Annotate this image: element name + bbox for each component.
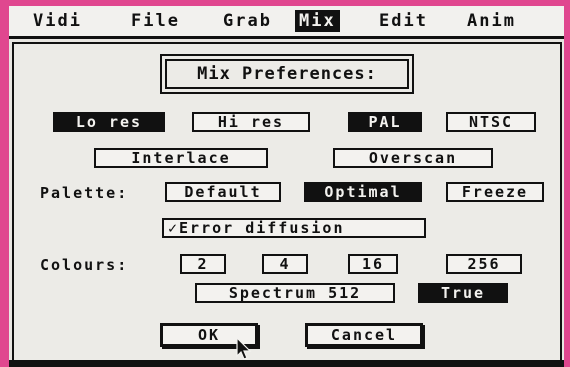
colours-256-button[interactable]: 256 bbox=[446, 254, 522, 274]
palette-default-button[interactable]: Default bbox=[165, 182, 281, 202]
ntsc-button[interactable]: NTSC bbox=[446, 112, 536, 132]
menu-edit[interactable]: Edit bbox=[375, 10, 432, 32]
dialog-title: Mix Preferences: bbox=[165, 59, 409, 89]
palette-optimal-button[interactable]: Optimal bbox=[304, 182, 422, 202]
palette-freeze-button[interactable]: Freeze bbox=[446, 182, 544, 202]
interlace-button[interactable]: Interlace bbox=[94, 148, 268, 168]
overscan-button[interactable]: Overscan bbox=[333, 148, 493, 168]
frame-right bbox=[564, 0, 570, 367]
menu-anim[interactable]: Anim bbox=[463, 10, 520, 32]
cancel-button[interactable]: Cancel bbox=[305, 323, 423, 347]
pal-button[interactable]: PAL bbox=[348, 112, 422, 132]
menu-mix[interactable]: Mix bbox=[295, 10, 340, 32]
menu-bar: Vidi File Grab Mix Edit Anim bbox=[9, 6, 564, 39]
menu-grab[interactable]: Grab bbox=[219, 10, 276, 32]
lo-res-button[interactable]: Lo res bbox=[53, 112, 165, 132]
screen-bottom-border bbox=[9, 360, 564, 367]
palette-label: Palette: bbox=[40, 184, 129, 202]
hi-res-button[interactable]: Hi res bbox=[192, 112, 310, 132]
menu-vidi[interactable]: Vidi bbox=[29, 10, 86, 32]
mouse-pointer-icon bbox=[236, 337, 252, 360]
frame-left bbox=[0, 0, 9, 367]
colours-16-button[interactable]: 16 bbox=[348, 254, 398, 274]
colours-label: Colours: bbox=[40, 256, 129, 274]
error-diffusion-checkbox[interactable]: ✓Error diffusion bbox=[162, 218, 426, 238]
menu-file[interactable]: File bbox=[127, 10, 184, 32]
dialog-title-box: Mix Preferences: bbox=[160, 54, 414, 94]
colours-4-button[interactable]: 4 bbox=[262, 254, 308, 274]
spectrum-512-button[interactable]: Spectrum 512 bbox=[195, 283, 395, 303]
colours-2-button[interactable]: 2 bbox=[180, 254, 226, 274]
true-colour-button[interactable]: True bbox=[418, 283, 508, 303]
